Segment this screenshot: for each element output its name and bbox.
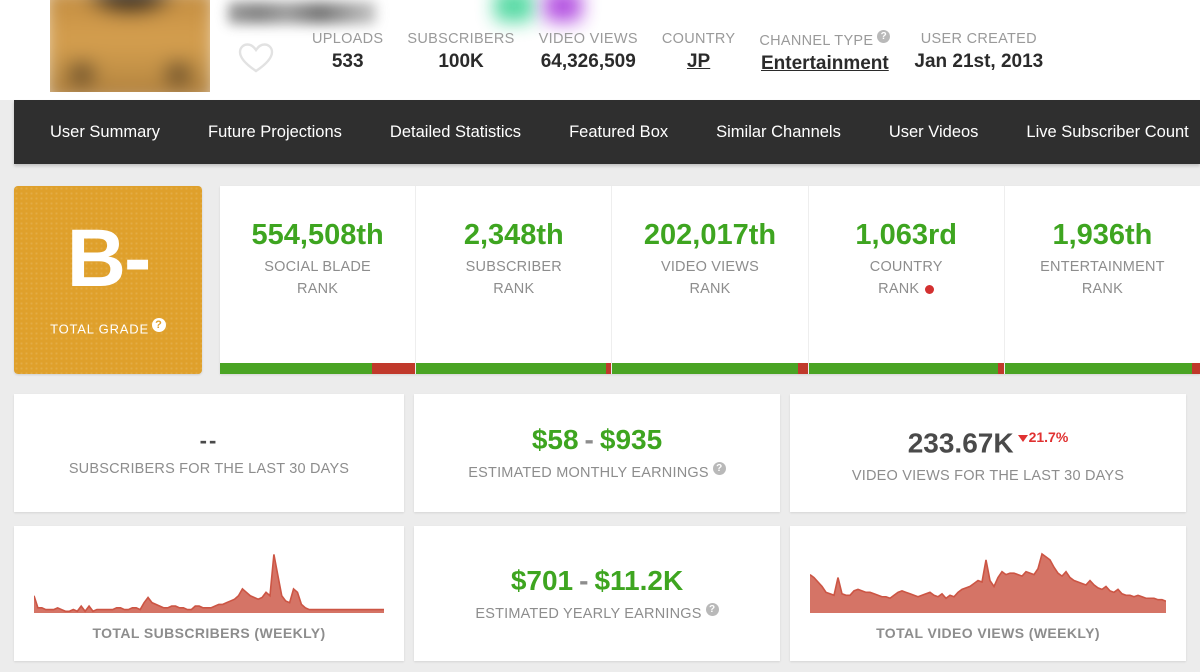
card-total-video-views-weekly: TOTAL VIDEO VIEWS (WEEKLY) <box>790 526 1186 661</box>
rank-cards: 554,508th SOCIAL BLADE RANK 2,348th SUBSC… <box>220 186 1200 374</box>
monthly-earnings-label: ESTIMATED MONTHLY EARNINGS? <box>468 462 726 483</box>
subscribers-weekly-sparkline <box>34 553 384 613</box>
rank-card-country: 1,063rd COUNTRY RANK <box>808 186 1005 374</box>
nav-item-detailed-statistics[interactable]: Detailed Statistics <box>370 100 541 164</box>
stat-subscribers-value: 100K <box>438 51 484 72</box>
yearly-earnings-value: $701- $11.2K <box>510 564 684 596</box>
stat-uploads-value: 533 <box>331 51 364 72</box>
subscribe-button-blurred[interactable] <box>494 0 534 22</box>
action-button-blurred[interactable] <box>544 0 582 22</box>
heart-icon[interactable] <box>238 42 274 74</box>
nav-item-featured-box[interactable]: Featured Box <box>549 100 688 164</box>
rank-label: COUNTRY RANK <box>869 259 943 297</box>
nav-item-similar-channels[interactable]: Similar Channels <box>696 100 861 164</box>
rank-value: 202,017th <box>643 219 777 251</box>
card-subscribers-30-days: -- SUBSCRIBERS FOR THE LAST 30 DAYS <box>14 394 404 512</box>
help-icon[interactable]: ? <box>151 317 166 332</box>
card-yearly-earnings: $701- $11.2K ESTIMATED YEARLY EARNINGS? <box>414 526 780 661</box>
flag-jp-icon <box>925 284 935 294</box>
avatar <box>50 0 210 92</box>
total-grade-box: B- TOTAL GRADE? <box>14 186 202 374</box>
rank-label: SOCIAL BLADE RANK <box>264 259 371 297</box>
card-video-views-30-days: 233.67K 21.7% VIDEO VIEWS FOR THE LAST 30… <box>790 394 1186 512</box>
stat-channel-type-label: CHANNEL TYPE? <box>759 30 891 50</box>
help-icon[interactable]: ? <box>712 462 726 476</box>
card-monthly-earnings: $58- $935 ESTIMATED MONTHLY EARNINGS? <box>414 394 780 512</box>
delta-badge: 21.7% <box>1017 429 1068 445</box>
subscribers-30-days-label: SUBSCRIBERS FOR THE LAST 30 DAYS <box>68 460 350 477</box>
rank-progress-bar <box>808 363 1004 374</box>
video-views-30-days-value: 233.67K 21.7% <box>907 427 1069 459</box>
rank-card-social-blade: 554,508th SOCIAL BLADE RANK <box>220 186 417 374</box>
total-grade-value: B- <box>66 212 152 304</box>
rank-label: SUBSCRIBER RANK <box>465 259 562 297</box>
stat-user-created-label: USER CREATED <box>920 31 1037 47</box>
stat-uploads: UPLOADS 533 <box>300 30 395 75</box>
rank-progress-bar <box>416 363 612 374</box>
triangle-down-icon <box>1017 435 1028 443</box>
stat-channel-type: CHANNEL TYPE? Entertainment <box>747 30 902 77</box>
rank-value: 1,936th <box>1052 219 1153 251</box>
stat-country: COUNTRY JP <box>650 30 748 75</box>
stat-subscribers-label: SUBSCRIBERS <box>407 31 515 47</box>
stat-user-created-value: Jan 21st, 2013 <box>914 51 1044 72</box>
total-grade-label: TOTAL GRADE? <box>50 317 166 336</box>
nav-item-user-videos[interactable]: User Videos <box>869 100 999 164</box>
subscribers-30-days-value: -- <box>199 427 219 453</box>
rank-progress-bar <box>1004 363 1200 374</box>
stat-subscribers: SUBSCRIBERS 100K <box>395 30 526 75</box>
stat-country-value[interactable]: JP <box>662 49 736 75</box>
video-views-weekly-label: TOTAL VIDEO VIEWS (WEEKLY) <box>876 624 1100 641</box>
channel-header: UPLOADS 533 SUBSCRIBERS 100K VIDEO VIEWS… <box>0 0 1200 100</box>
rank-label: VIDEO VIEWS RANK <box>660 259 760 297</box>
rank-progress-bar <box>220 363 416 374</box>
rank-label: ENTERTAINMENT RANK <box>1040 259 1165 297</box>
monthly-earnings-value: $58- $935 <box>531 424 663 456</box>
subscribers-weekly-label: TOTAL SUBSCRIBERS (WEEKLY) <box>92 624 326 641</box>
help-icon[interactable]: ? <box>705 602 719 616</box>
rank-progress-bar <box>612 363 808 374</box>
rank-row: B- TOTAL GRADE? 554,508th SOCIAL BLADE RA… <box>0 186 1200 380</box>
stat-channel-type-value[interactable]: Entertainment <box>759 51 890 77</box>
stat-uploads-label: UPLOADS <box>312 31 384 47</box>
stats-row-30day: -- SUBSCRIBERS FOR THE LAST 30 DAYS $58-… <box>0 394 1200 512</box>
stat-video-views: VIDEO VIEWS 64,326,509 <box>527 30 650 75</box>
nav-item-live-subscriber-count[interactable]: Live Subscriber Count <box>1006 100 1200 164</box>
summary-content: B- TOTAL GRADE? 554,508th SOCIAL BLADE RA… <box>0 164 1200 661</box>
video-views-30-days-label: VIDEO VIEWS FOR THE LAST 30 DAYS <box>851 467 1125 484</box>
yearly-earnings-label: ESTIMATED YEARLY EARNINGS? <box>475 602 719 624</box>
nav-item-user-summary[interactable]: User Summary <box>30 100 180 164</box>
rank-card-entertainment: 1,936th ENTERTAINMENT RANK <box>1004 186 1200 374</box>
channel-name-blurred <box>228 2 376 24</box>
channel-stats-row: UPLOADS 533 SUBSCRIBERS 100K VIDEO VIEWS… <box>300 30 1055 77</box>
main-navigation: User Summary Future Projections Detailed… <box>14 100 1200 164</box>
stats-row-weekly: TOTAL SUBSCRIBERS (WEEKLY) $701- $11.2K E… <box>0 526 1200 661</box>
rank-value: 2,348th <box>463 219 564 251</box>
rank-value: 554,508th <box>251 219 384 251</box>
card-total-subscribers-weekly: TOTAL SUBSCRIBERS (WEEKLY) <box>14 526 404 661</box>
stat-user-created: USER CREATED Jan 21st, 2013 <box>902 30 1055 75</box>
stat-country-label: COUNTRY <box>661 31 736 47</box>
rank-value: 1,063rd <box>855 219 957 251</box>
rank-card-video-views: 202,017th VIDEO VIEWS RANK <box>612 186 809 374</box>
video-views-weekly-sparkline <box>810 552 1166 613</box>
rank-card-subscriber: 2,348th SUBSCRIBER RANK <box>416 186 613 374</box>
stat-video-views-value: 64,326,509 <box>540 51 636 72</box>
socialblade-user-summary-page: UPLOADS 533 SUBSCRIBERS 100K VIDEO VIEWS… <box>0 0 1200 672</box>
help-icon[interactable]: ? <box>877 30 891 43</box>
nav-item-future-projections[interactable]: Future Projections <box>188 100 362 164</box>
stat-video-views-label: VIDEO VIEWS <box>538 31 638 47</box>
